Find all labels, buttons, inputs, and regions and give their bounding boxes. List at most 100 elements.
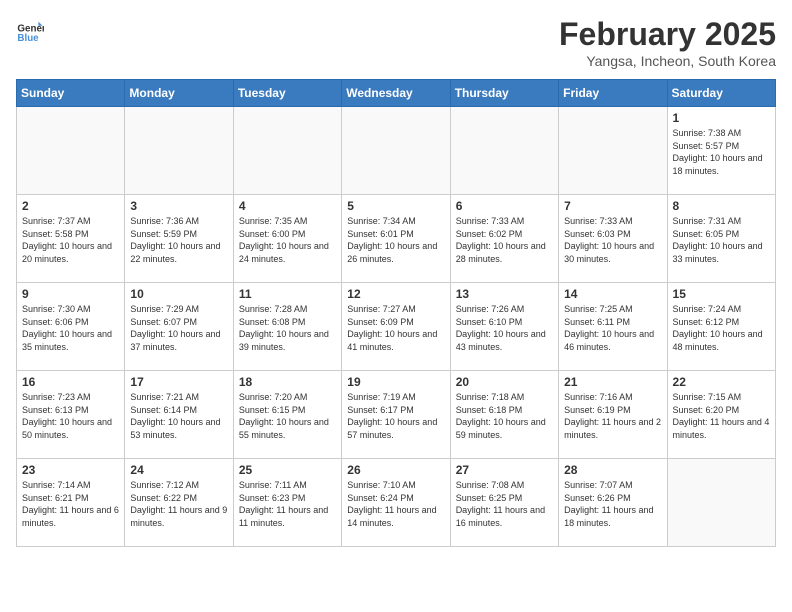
calendar-cell: 17 Sunrise: 7:21 AM Sunset: 6:14 PM Dayli… <box>125 371 233 459</box>
svg-text:Blue: Blue <box>17 33 39 44</box>
day-info: Sunrise: 7:12 AM Sunset: 6:22 PM Dayligh… <box>130 479 227 529</box>
day-info: Sunrise: 7:16 AM Sunset: 6:19 PM Dayligh… <box>564 391 661 441</box>
day-number: 1 <box>673 111 770 125</box>
day-number: 12 <box>347 287 444 301</box>
calendar-cell: 6 Sunrise: 7:33 AM Sunset: 6:02 PM Daylig… <box>450 195 558 283</box>
calendar-cell: 13 Sunrise: 7:26 AM Sunset: 6:10 PM Dayli… <box>450 283 558 371</box>
day-info: Sunrise: 7:14 AM Sunset: 6:21 PM Dayligh… <box>22 479 119 529</box>
calendar-cell: 27 Sunrise: 7:08 AM Sunset: 6:25 PM Dayli… <box>450 459 558 547</box>
calendar-cell <box>450 107 558 195</box>
day-info: Sunrise: 7:33 AM Sunset: 6:02 PM Dayligh… <box>456 215 553 265</box>
weekday-header-wednesday: Wednesday <box>342 80 450 107</box>
day-info: Sunrise: 7:10 AM Sunset: 6:24 PM Dayligh… <box>347 479 444 529</box>
day-info: Sunrise: 7:20 AM Sunset: 6:15 PM Dayligh… <box>239 391 336 441</box>
day-info: Sunrise: 7:07 AM Sunset: 6:26 PM Dayligh… <box>564 479 661 529</box>
day-number: 14 <box>564 287 661 301</box>
weekday-header-tuesday: Tuesday <box>233 80 341 107</box>
logo-icon: General Blue <box>16 16 44 44</box>
day-number: 17 <box>130 375 227 389</box>
calendar-cell: 21 Sunrise: 7:16 AM Sunset: 6:19 PM Dayli… <box>559 371 667 459</box>
calendar-week-row: 16 Sunrise: 7:23 AM Sunset: 6:13 PM Dayli… <box>17 371 776 459</box>
calendar-cell <box>559 107 667 195</box>
day-info: Sunrise: 7:28 AM Sunset: 6:08 PM Dayligh… <box>239 303 336 353</box>
day-number: 2 <box>22 199 119 213</box>
calendar-week-row: 23Sunrise: 7:14 AM Sunset: 6:21 PM Dayli… <box>17 459 776 547</box>
calendar-cell: 2 Sunrise: 7:37 AM Sunset: 5:58 PM Daylig… <box>17 195 125 283</box>
day-info: Sunrise: 7:33 AM Sunset: 6:03 PM Dayligh… <box>564 215 661 265</box>
day-info: Sunrise: 7:23 AM Sunset: 6:13 PM Dayligh… <box>22 391 119 441</box>
calendar-week-row: 9 Sunrise: 7:30 AM Sunset: 6:06 PM Daylig… <box>17 283 776 371</box>
calendar-cell <box>342 107 450 195</box>
title-block: February 2025 Yangsa, Incheon, South Kor… <box>559 16 776 69</box>
calendar-cell: 7 Sunrise: 7:33 AM Sunset: 6:03 PM Daylig… <box>559 195 667 283</box>
day-info: Sunrise: 7:35 AM Sunset: 6:00 PM Dayligh… <box>239 215 336 265</box>
day-number: 6 <box>456 199 553 213</box>
day-info: Sunrise: 7:30 AM Sunset: 6:06 PM Dayligh… <box>22 303 119 353</box>
calendar-cell: 18 Sunrise: 7:20 AM Sunset: 6:15 PM Dayli… <box>233 371 341 459</box>
day-number: 13 <box>456 287 553 301</box>
day-info: Sunrise: 7:24 AM Sunset: 6:12 PM Dayligh… <box>673 303 770 353</box>
day-info: Sunrise: 7:36 AM Sunset: 5:59 PM Dayligh… <box>130 215 227 265</box>
day-info: Sunrise: 7:11 AM Sunset: 6:23 PM Dayligh… <box>239 479 336 529</box>
day-number: 27 <box>456 463 553 477</box>
day-number: 18 <box>239 375 336 389</box>
calendar-table: SundayMondayTuesdayWednesdayThursdayFrid… <box>16 79 776 547</box>
day-number: 8 <box>673 199 770 213</box>
day-number: 3 <box>130 199 227 213</box>
day-info: Sunrise: 7:08 AM Sunset: 6:25 PM Dayligh… <box>456 479 553 529</box>
calendar-cell: 10Sunrise: 7:29 AM Sunset: 6:07 PM Dayli… <box>125 283 233 371</box>
calendar-cell <box>125 107 233 195</box>
day-info: Sunrise: 7:31 AM Sunset: 6:05 PM Dayligh… <box>673 215 770 265</box>
location: Yangsa, Incheon, South Korea <box>559 53 776 69</box>
calendar-cell: 23Sunrise: 7:14 AM Sunset: 6:21 PM Dayli… <box>17 459 125 547</box>
calendar-cell <box>233 107 341 195</box>
day-info: Sunrise: 7:26 AM Sunset: 6:10 PM Dayligh… <box>456 303 553 353</box>
day-number: 21 <box>564 375 661 389</box>
day-info: Sunrise: 7:18 AM Sunset: 6:18 PM Dayligh… <box>456 391 553 441</box>
day-number: 15 <box>673 287 770 301</box>
day-number: 16 <box>22 375 119 389</box>
day-info: Sunrise: 7:34 AM Sunset: 6:01 PM Dayligh… <box>347 215 444 265</box>
logo: General Blue <box>16 16 44 44</box>
day-number: 4 <box>239 199 336 213</box>
calendar-week-row: 1 Sunrise: 7:38 AM Sunset: 5:57 PM Daylig… <box>17 107 776 195</box>
calendar-cell: 8 Sunrise: 7:31 AM Sunset: 6:05 PM Daylig… <box>667 195 775 283</box>
calendar-cell: 19Sunrise: 7:19 AM Sunset: 6:17 PM Dayli… <box>342 371 450 459</box>
day-info: Sunrise: 7:25 AM Sunset: 6:11 PM Dayligh… <box>564 303 661 353</box>
day-number: 26 <box>347 463 444 477</box>
day-number: 22 <box>673 375 770 389</box>
day-number: 19 <box>347 375 444 389</box>
day-info: Sunrise: 7:15 AM Sunset: 6:20 PM Dayligh… <box>673 391 770 441</box>
day-info: Sunrise: 7:29 AM Sunset: 6:07 PM Dayligh… <box>130 303 227 353</box>
calendar-cell <box>17 107 125 195</box>
calendar-cell: 11 Sunrise: 7:28 AM Sunset: 6:08 PM Dayli… <box>233 283 341 371</box>
weekday-header-row: SundayMondayTuesdayWednesdayThursdayFrid… <box>17 80 776 107</box>
calendar-cell <box>667 459 775 547</box>
page-header: General Blue February 2025 Yangsa, Inche… <box>16 16 776 69</box>
calendar-cell: 3 Sunrise: 7:36 AM Sunset: 5:59 PM Daylig… <box>125 195 233 283</box>
weekday-header-sunday: Sunday <box>17 80 125 107</box>
day-info: Sunrise: 7:27 AM Sunset: 6:09 PM Dayligh… <box>347 303 444 353</box>
calendar-cell: 26 Sunrise: 7:10 AM Sunset: 6:24 PM Dayli… <box>342 459 450 547</box>
day-number: 5 <box>347 199 444 213</box>
day-number: 24 <box>130 463 227 477</box>
calendar-cell: 20Sunrise: 7:18 AM Sunset: 6:18 PM Dayli… <box>450 371 558 459</box>
day-info: Sunrise: 7:21 AM Sunset: 6:14 PM Dayligh… <box>130 391 227 441</box>
day-number: 9 <box>22 287 119 301</box>
calendar-cell: 22 Sunrise: 7:15 AM Sunset: 6:20 PM Dayli… <box>667 371 775 459</box>
calendar-cell: 24 Sunrise: 7:12 AM Sunset: 6:22 PM Dayli… <box>125 459 233 547</box>
weekday-header-thursday: Thursday <box>450 80 558 107</box>
calendar-cell: 5 Sunrise: 7:34 AM Sunset: 6:01 PM Daylig… <box>342 195 450 283</box>
calendar-cell: 28Sunrise: 7:07 AM Sunset: 6:26 PM Dayli… <box>559 459 667 547</box>
weekday-header-friday: Friday <box>559 80 667 107</box>
calendar-cell: 25Sunrise: 7:11 AM Sunset: 6:23 PM Dayli… <box>233 459 341 547</box>
calendar-cell: 12 Sunrise: 7:27 AM Sunset: 6:09 PM Dayli… <box>342 283 450 371</box>
day-number: 11 <box>239 287 336 301</box>
day-number: 7 <box>564 199 661 213</box>
calendar-cell: 1 Sunrise: 7:38 AM Sunset: 5:57 PM Daylig… <box>667 107 775 195</box>
day-info: Sunrise: 7:38 AM Sunset: 5:57 PM Dayligh… <box>673 127 770 177</box>
weekday-header-saturday: Saturday <box>667 80 775 107</box>
month-year: February 2025 <box>559 16 776 53</box>
calendar-week-row: 2 Sunrise: 7:37 AM Sunset: 5:58 PM Daylig… <box>17 195 776 283</box>
day-info: Sunrise: 7:37 AM Sunset: 5:58 PM Dayligh… <box>22 215 119 265</box>
